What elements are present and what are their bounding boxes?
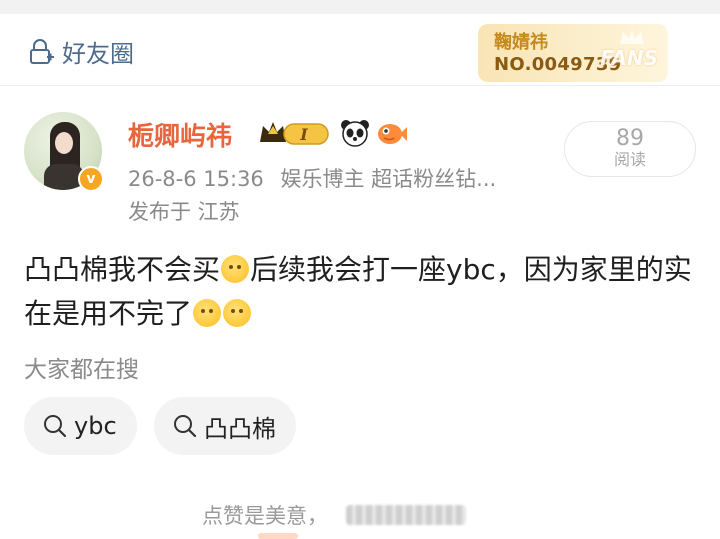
post-content: 凸凸棉我不会买 后续我会打一座ybc，因为家里的实在是用不完了 [24, 248, 704, 336]
author-name[interactable]: 栀卿屿祎 [128, 116, 232, 153]
level-number: I [299, 125, 308, 144]
search-icon [174, 415, 197, 438]
fans-badge-word: FANS [600, 46, 658, 70]
blurred-text [346, 505, 466, 525]
post-text-part1: 凸凸棉我不会买 [24, 253, 221, 286]
pleading-emoji-icon [221, 255, 250, 283]
visibility-label: 好友圈 [62, 40, 134, 68]
bottom-decoration [258, 533, 298, 539]
post-location: 发布于 江苏 [128, 200, 240, 224]
membership-crown-badge-icon[interactable]: I [258, 118, 332, 148]
fans-badge[interactable]: 鞠婧祎 NO.0049739 FANS [478, 24, 668, 82]
like-hint: 点赞是美意， [202, 504, 328, 528]
search-chip-label: 凸凸棉 [204, 414, 276, 443]
panda-icon [341, 120, 369, 147]
verified-v-icon: v [78, 166, 104, 192]
post-timestamp: 26-8-6 15:36 [128, 167, 264, 191]
read-label: 阅读 [613, 150, 646, 169]
top-band [0, 0, 720, 14]
shy-emoji-icon [193, 299, 222, 327]
search-chip-tutumian[interactable]: 凸凸棉 [154, 397, 296, 455]
visibility-indicator[interactable]: 好友圈 [26, 34, 134, 69]
post-header: 好友圈 鞠婧祎 NO.0049739 FANS [0, 14, 720, 86]
search-chip-label: ybc [74, 412, 117, 440]
fish-icon [378, 124, 407, 144]
crown-icon [620, 29, 644, 44]
read-count: 89 [616, 126, 644, 151]
lock-friends-icon [30, 38, 54, 64]
trending-search-label: 大家都在搜 [24, 357, 139, 383]
author-tags: 娱乐博主 超话粉丝钻... [280, 167, 497, 191]
fans-badge-name: 鞠婧祎 [494, 32, 548, 53]
search-chip-ybc[interactable]: ybc [24, 397, 137, 455]
search-icon [44, 415, 67, 438]
read-count-pill: 89 阅读 [564, 121, 696, 177]
hug-emoji-icon [223, 299, 252, 327]
post-meta: 26-8-6 15:36 娱乐博主 超话粉丝钻... [128, 163, 496, 193]
